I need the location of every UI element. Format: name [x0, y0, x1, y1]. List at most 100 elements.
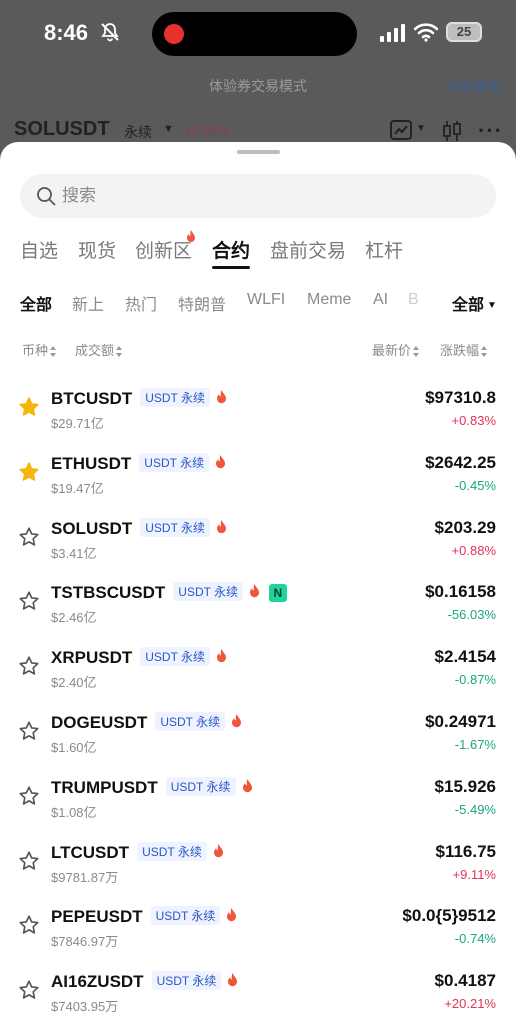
filter-ai[interactable]: AI	[373, 291, 388, 309]
category-filters: 全部 新上 热门 特朗普 WLFI Meme AI B 全部 ▼	[20, 291, 500, 315]
change-value: -5.49%	[454, 801, 496, 817]
filter-wlfi[interactable]: WLFI	[247, 291, 285, 309]
sort-icon	[481, 346, 488, 358]
change-value: +0.88%	[451, 542, 496, 558]
contract-badge: USDT 永续	[155, 711, 226, 731]
filter-trump[interactable]: 特朗普	[178, 291, 226, 315]
favorite-star-icon[interactable]	[18, 720, 40, 742]
tab-futures[interactable]: 合约	[212, 236, 251, 269]
column-coin-label: 币种	[22, 343, 49, 358]
symbol-name: ETHUSDT	[51, 453, 132, 473]
favorite-star-icon[interactable]	[18, 655, 40, 677]
sheet-drag-handle[interactable]	[237, 150, 280, 154]
volume-value: $7846.97万	[51, 934, 119, 950]
candlestick-icon[interactable]	[442, 120, 462, 142]
favorite-star-icon[interactable]	[18, 526, 40, 548]
volume-value: $19.47亿	[51, 480, 104, 496]
symbol-cell: TSTBSCUSDT USDT 永续 N	[51, 582, 287, 603]
chart-icon[interactable]	[390, 120, 412, 140]
filter-b[interactable]: B	[408, 291, 419, 309]
tab-margin[interactable]: 杠杆	[365, 236, 403, 263]
symbol-name: XRPUSDT	[51, 648, 133, 668]
sort-volume[interactable]: 成交额	[75, 340, 123, 359]
sort-change[interactable]: 涨跌幅	[440, 340, 488, 359]
search-bar[interactable]	[20, 174, 496, 218]
price-value: $2642.25	[425, 452, 496, 472]
search-icon	[37, 187, 56, 206]
more-icon[interactable]: ···	[478, 118, 503, 144]
exit-trial-link[interactable]: 点此退出	[446, 76, 502, 96]
price-value: $2.4154	[434, 647, 496, 667]
price-value: $0.24971	[425, 711, 496, 731]
table-row[interactable]: PEPEUSDT USDT 永续 $7846.97万 $0.0{5}9512 -0…	[0, 894, 516, 959]
flame-icon	[228, 973, 238, 987]
change-value: +20.21%	[444, 996, 496, 1012]
filter-meme[interactable]: Meme	[307, 291, 351, 309]
table-row[interactable]: TSTBSCUSDT USDT 永续 N $2.46亿 $0.16158 -56.…	[0, 570, 516, 635]
battery-level: 25	[456, 24, 472, 39]
filter-hot[interactable]: 热门	[125, 291, 157, 315]
column-change-label: 涨跌幅	[440, 343, 480, 358]
favorite-star-icon[interactable]	[18, 850, 40, 872]
flame-icon	[213, 843, 223, 857]
filter-all[interactable]: 全部	[20, 291, 52, 315]
filter-new[interactable]: 新上	[72, 291, 104, 315]
favorite-star-icon[interactable]	[18, 396, 40, 418]
caret-down-icon: ▼	[487, 300, 497, 311]
tab-futures-label: 合约	[212, 241, 251, 262]
search-input[interactable]	[62, 174, 482, 218]
recording-indicator	[164, 24, 184, 44]
change-value: -0.87%	[454, 672, 496, 688]
sort-icon	[413, 346, 420, 358]
volume-value: $1.08亿	[51, 804, 97, 820]
change-value: -0.45%	[454, 477, 496, 493]
favorite-star-icon[interactable]	[18, 979, 40, 1001]
volume-value: $2.40亿	[51, 675, 97, 691]
favorite-star-icon[interactable]	[18, 785, 40, 807]
trial-mode-banner: 体验券交易模式 点此退出	[0, 72, 516, 98]
trial-mode-text: 体验券交易模式	[209, 78, 307, 94]
contract-badge: USDT 永续	[137, 841, 207, 861]
change-value: -1.67%	[454, 736, 496, 752]
sort-price[interactable]: 最新价	[372, 340, 420, 359]
symbol-name: LTCUSDT	[51, 842, 130, 862]
tab-spot[interactable]: 现货	[78, 236, 116, 263]
symbol-name: SOLUSDT	[51, 518, 133, 538]
change-value: +0.83%	[451, 413, 496, 428]
market-selector-sheet: 自选 现货 创新区 合约 盘前交易 杠杆 全部 新上 热门 特朗普 WLFI M…	[0, 142, 516, 1033]
contract-badge: USDT 永续	[165, 776, 236, 796]
table-row[interactable]: BTCUSDT USDT 永续 $29.71亿 $97310.8 +0.83%	[0, 376, 516, 441]
filter-dropdown[interactable]: 全部 ▼	[452, 291, 497, 315]
symbol-cell: BTCUSDT USDT 永续	[51, 388, 227, 409]
symbol-cell: LTCUSDT USDT 永续	[51, 841, 224, 863]
status-time: 8:46	[44, 20, 89, 45]
table-row[interactable]: DOGEUSDT USDT 永续 $1.60亿 $0.24971 -1.67%	[0, 700, 516, 765]
flame-icon	[216, 454, 226, 468]
symbol-name: AI16ZUSDT	[51, 972, 144, 992]
sort-coin[interactable]: 币种	[22, 340, 57, 359]
price-value: $0.16158	[425, 582, 496, 602]
favorite-star-icon[interactable]	[18, 590, 40, 612]
tab-premarket[interactable]: 盘前交易	[270, 236, 346, 263]
symbol-name: TSTBSCUSDT	[51, 583, 166, 603]
symbol-name: DOGEUSDT	[51, 712, 148, 732]
contract-badge: USDT 永续	[173, 582, 244, 602]
table-row[interactable]: XRPUSDT USDT 永续 $2.40亿 $2.4154 -0.87%	[0, 635, 516, 700]
tab-favorites[interactable]: 自选	[20, 236, 58, 263]
contract-badge: USDT 永续	[150, 906, 221, 926]
table-row[interactable]: ETHUSDT USDT 永续 $19.47亿 $2642.25 -0.45%	[0, 441, 516, 506]
table-row[interactable]: TRUMPUSDT USDT 永续 $1.08亿 $15.926 -5.49%	[0, 765, 516, 830]
contract-badge: USDT 永续	[151, 971, 222, 991]
sort-icon	[116, 346, 123, 358]
filter-dropdown-label: 全部	[452, 297, 485, 314]
favorite-star-icon[interactable]	[18, 914, 40, 936]
table-row[interactable]: LTCUSDT USDT 永续 $9781.87万 $116.75 +9.11%	[0, 830, 516, 895]
table-row[interactable]: AI16ZUSDT USDT 永续 $7403.95万 $0.4187 +20.2…	[0, 959, 516, 1024]
background-symbol[interactable]: SOLUSDT	[14, 118, 110, 141]
favorite-star-icon[interactable]	[18, 461, 40, 483]
tab-innovation[interactable]: 创新区	[135, 230, 195, 263]
price-value: $0.0{5}9512	[402, 906, 496, 926]
sort-icon	[50, 346, 57, 358]
table-row[interactable]: SOLUSDT USDT 永续 $3.41亿 $203.29 +0.88%	[0, 506, 516, 571]
background-contract-type: 永续	[124, 124, 152, 140]
